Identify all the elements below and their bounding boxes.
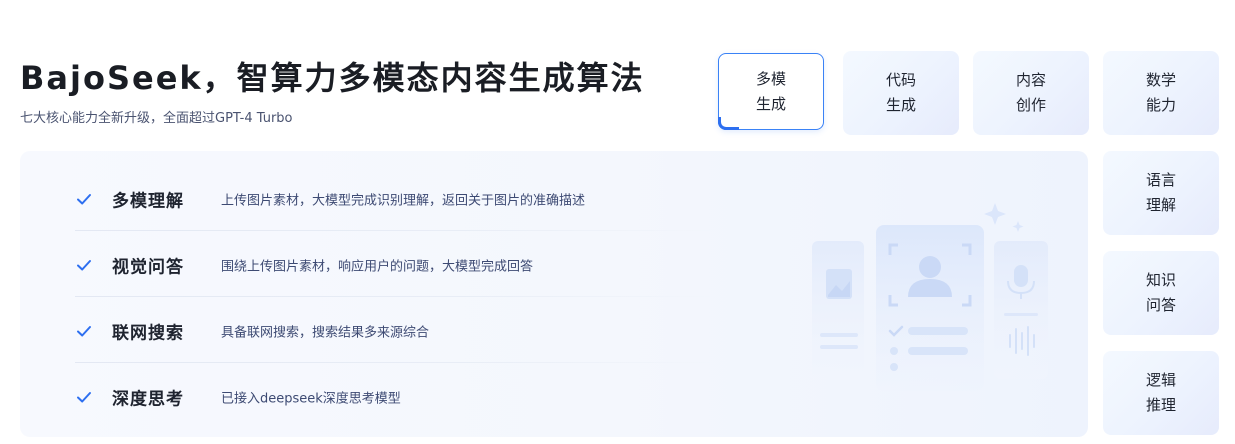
feature-panel: 多模理解 上传图片素材，大模型完成识别理解，返回关于图片的准确描述 视觉问答 围…	[20, 151, 1088, 437]
page-title: BajoSeek，智算力多模态内容生成算法	[20, 59, 645, 97]
tab-label: 语言理解	[1145, 171, 1176, 214]
tab-language-understanding[interactable]: 语言理解	[1103, 151, 1219, 235]
tab-label: 代码生成	[885, 71, 916, 114]
feature-description: 围绕上传图片素材，响应用户的问题，大模型完成回答	[221, 259, 534, 275]
feature-name: 多模理解	[112, 191, 184, 212]
tab-code-generation[interactable]: 代码生成	[843, 51, 959, 135]
feature-item-multimodal-understanding: 多模理解 上传图片素材，大模型完成识别理解，返回关于图片的准确描述	[75, 166, 635, 232]
feature-name: 视觉问答	[112, 257, 184, 278]
active-corner-indicator	[718, 117, 739, 130]
page: BajoSeek，智算力多模态内容生成算法 七大核心能力全新升级，全面超过GPT…	[0, 0, 1235, 444]
tab-multimodal-generation[interactable]: 多模生成	[718, 53, 824, 130]
tab-label: 多模生成	[755, 69, 786, 113]
divider	[75, 296, 715, 297]
tab-label: 内容创作	[1015, 71, 1046, 114]
feature-description: 已接入deepseek深度思考模型	[221, 391, 401, 407]
check-icon	[77, 326, 91, 337]
tab-label: 知识问答	[1145, 271, 1176, 314]
tab-content-creation[interactable]: 内容创作	[973, 51, 1089, 135]
feature-name: 深度思考	[112, 389, 184, 410]
tab-logical-reasoning[interactable]: 逻辑推理	[1103, 351, 1219, 435]
divider	[75, 230, 715, 231]
tab-knowledge-qa[interactable]: 知识问答	[1103, 251, 1219, 335]
check-icon	[77, 392, 91, 403]
check-icon	[77, 260, 91, 271]
check-icon	[77, 194, 91, 205]
tab-label: 数学能力	[1145, 71, 1176, 114]
page-subtitle: 七大核心能力全新升级，全面超过GPT-4 Turbo	[20, 111, 293, 126]
feature-item-deep-thinking: 深度思考 已接入deepseek深度思考模型	[75, 364, 635, 430]
feature-item-visual-qa: 视觉问答 围绕上传图片素材，响应用户的问题，大模型完成回答	[75, 232, 635, 298]
divider	[75, 362, 715, 363]
feature-name: 联网搜索	[112, 323, 184, 344]
feature-item-web-search: 联网搜索 具备联网搜索，搜索结果多来源综合	[75, 298, 635, 364]
tab-math-ability[interactable]: 数学能力	[1103, 51, 1219, 135]
multimodal-illustration	[812, 203, 1048, 391]
feature-description: 上传图片素材，大模型完成识别理解，返回关于图片的准确描述	[221, 193, 586, 209]
tab-label: 逻辑推理	[1145, 371, 1176, 414]
feature-description: 具备联网搜索，搜索结果多来源综合	[221, 325, 430, 341]
